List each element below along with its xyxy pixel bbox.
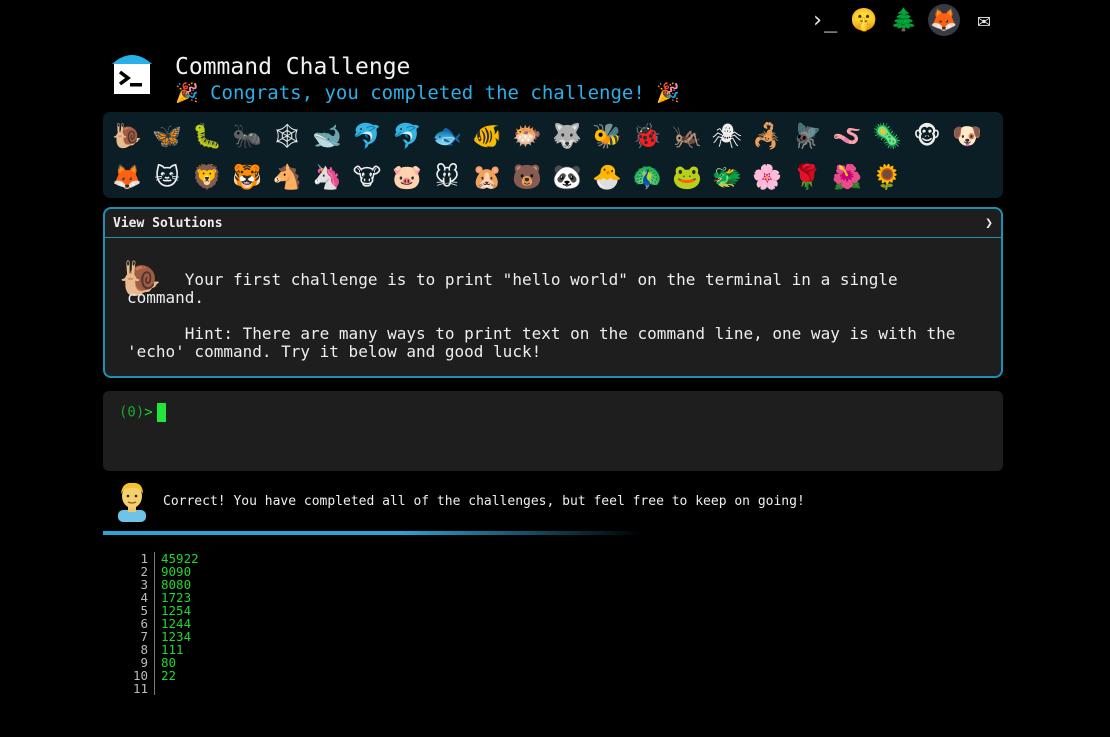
- challenge-animal-icon[interactable]: 🪱: [827, 116, 867, 156]
- challenge-animal-icon[interactable]: 🕸: [267, 116, 307, 156]
- shushing-face-icon[interactable]: 🤫: [848, 4, 880, 36]
- command-output: 1 2 3 4 5 6 7 8 9 10 11 45922 9090 8080 1723 1254 1244 1…: [120, 552, 199, 695]
- challenge-animal-icon[interactable]: 🕷: [707, 116, 747, 156]
- tree-icon[interactable]: 🌲: [888, 4, 920, 36]
- challenge-progress-grid: 🐌 🦋 🐛 🐜 🕸 🐋 🐬 🐬 🐟 🐠 🐡 🐺 🐝 🐞 🦗 🕷 🦂 🪰 🪱 🦠 🐵 🐶 🦊 🐱 🦁 🐯 🐴 🦄 🐮 🐷 🐭 🐹 🐻 🐼 🐣 🦚 🐸 🐲 🌸 🌹…: [103, 112, 1003, 198]
- challenge-animal-icon[interactable]: 🐲: [707, 157, 747, 197]
- challenge-animal-icon[interactable]: 🐶: [947, 116, 987, 156]
- challenge-animal-icon[interactable]: 🐬: [387, 116, 427, 156]
- challenge-animal-icon[interactable]: 🐹: [467, 157, 507, 197]
- view-solutions-toggle[interactable]: View Solutions ❯: [105, 209, 1001, 238]
- challenge-animal-icon[interactable]: 🐬: [347, 116, 387, 156]
- challenge-animal-icon[interactable]: 🦊: [107, 157, 147, 197]
- challenge-animal-icon[interactable]: 🐜: [227, 116, 267, 156]
- challenge-panel: View Solutions ❯ 🐌 Your first challenge …: [103, 207, 1003, 378]
- gitlab-icon[interactable]: 🦊: [928, 4, 960, 36]
- challenge-animal-icon[interactable]: 🐻: [507, 157, 547, 197]
- mail-icon[interactable]: ✉: [968, 4, 1000, 36]
- command-challenge-logo-icon: [112, 55, 152, 94]
- terminal-logo-icon[interactable]: ›_: [808, 4, 840, 36]
- challenge-animal-icon[interactable]: 🦁: [187, 157, 227, 197]
- view-solutions-label: View Solutions: [113, 215, 223, 231]
- challenge-animal-icon[interactable]: 🐮: [347, 157, 387, 197]
- challenge-animal-icon[interactable]: 🐡: [507, 116, 547, 156]
- challenge-animal-icon[interactable]: 🦠: [867, 116, 907, 156]
- challenge-animal-icon[interactable]: 🌻: [867, 157, 907, 197]
- challenge-animal-icon[interactable]: 🐠: [467, 116, 507, 156]
- hint-text: Hint: There are many ways to print text …: [127, 324, 956, 361]
- top-icon-bar: ›_ 🤫 🌲 🦊 ✉: [808, 4, 1000, 36]
- chevron-right-icon: ❯: [985, 215, 993, 231]
- prompt-symbol: >: [144, 404, 153, 421]
- output-lines: 45922 9090 8080 1723 1254 1244 1234 111 80 22: [155, 552, 199, 695]
- challenge-animal-icon[interactable]: 🐌: [107, 116, 147, 156]
- challenge-animal-icon[interactable]: 🪰: [787, 116, 827, 156]
- avatar-icon: [118, 482, 146, 522]
- challenge-animal-icon[interactable]: 🐼: [547, 157, 587, 197]
- terminal-cursor: [156, 403, 166, 422]
- challenge-animal-icon[interactable]: 🌺: [827, 157, 867, 197]
- terminal-input[interactable]: (0)>: [103, 391, 1003, 471]
- challenge-animal-icon[interactable]: 🐣: [587, 157, 627, 197]
- congrats-message: 🎉 Congrats, you completed the challenge!…: [175, 82, 680, 104]
- challenge-animal-icon[interactable]: 🌹: [787, 157, 827, 197]
- challenge-animal-icon[interactable]: 🦂: [747, 116, 787, 156]
- challenge-animal-icon[interactable]: 🐋: [307, 116, 347, 156]
- challenge-animal-icon[interactable]: 🐷: [387, 157, 427, 197]
- challenge-animal-icon[interactable]: 🐞: [627, 116, 667, 156]
- challenge-text: Your first challenge is to print "hello …: [127, 270, 908, 307]
- challenge-animal-icon[interactable]: 🐟: [427, 116, 467, 156]
- challenge-animal-icon[interactable]: 🦋: [147, 116, 187, 156]
- challenge-animal-icon[interactable]: 🐴: [267, 157, 307, 197]
- prompt-index: (0): [119, 404, 145, 421]
- challenge-description: Your first challenge is to print "hello …: [127, 271, 981, 361]
- challenge-animal-icon[interactable]: 🦗: [667, 116, 707, 156]
- challenge-animal-icon[interactable]: 🦄: [307, 157, 347, 197]
- line-number: 11: [132, 681, 148, 696]
- challenge-animal-icon[interactable]: 🐯: [227, 157, 267, 197]
- terminal-prompt: (0)>: [119, 403, 166, 422]
- challenge-animal-icon[interactable]: 🐱: [147, 157, 187, 197]
- line-number-gutter: 1 2 3 4 5 6 7 8 9 10 11: [120, 552, 155, 695]
- challenge-animal-icon[interactable]: 🦚: [627, 157, 667, 197]
- challenge-animal-icon[interactable]: 🐵: [907, 116, 947, 156]
- result-message: Correct! You have completed all of the c…: [163, 494, 805, 509]
- challenge-animal-icon[interactable]: 🐛: [187, 116, 227, 156]
- challenge-animal-icon[interactable]: 🐝: [587, 116, 627, 156]
- challenge-animal-icon[interactable]: 🐭: [427, 157, 467, 197]
- divider: [103, 531, 643, 535]
- challenge-animal-icon[interactable]: 🌸: [747, 157, 787, 197]
- page-title: Command Challenge: [175, 54, 411, 80]
- challenge-animal-icon[interactable]: 🐸: [667, 157, 707, 197]
- challenge-animal-icon[interactable]: 🐺: [547, 116, 587, 156]
- output-line: 22: [161, 668, 177, 683]
